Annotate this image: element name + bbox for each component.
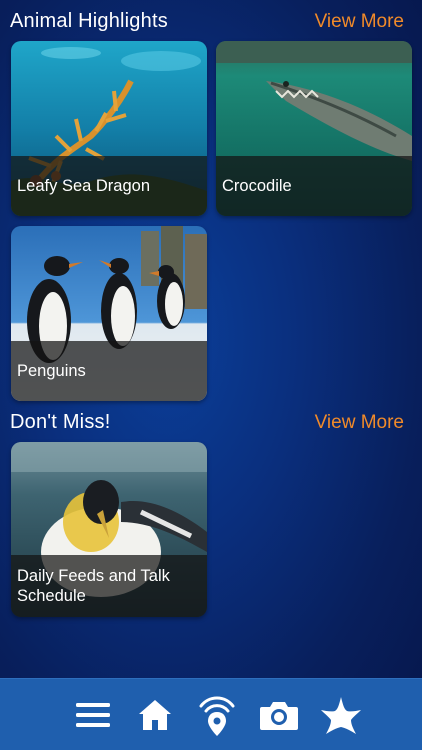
card-label: Daily Feeds and Talk Schedule — [17, 567, 170, 605]
card-label-bar: Leafy Sea Dragon — [11, 156, 207, 216]
nearby-tab[interactable] — [194, 692, 240, 738]
animal-highlights-header: Animal Highlights View More — [10, 10, 404, 33]
card-leafy-sea-dragon[interactable]: Leafy Sea Dragon — [11, 41, 207, 216]
card-crocodile[interactable]: Crocodile — [216, 41, 412, 216]
card-label: Leafy Sea Dragon — [17, 177, 151, 195]
card-label: Penguins — [17, 362, 86, 380]
card-label: Crocodile — [222, 177, 292, 195]
menu-icon — [76, 702, 110, 727]
starfish-icon — [321, 696, 361, 734]
home-tab[interactable] — [132, 692, 178, 738]
view-more-link[interactable]: View More — [315, 412, 404, 434]
card-daily-feeds[interactable]: Daily Feeds and Talk Schedule — [11, 442, 207, 617]
card-label-bar: Crocodile — [216, 156, 412, 216]
menu-tab[interactable] — [70, 692, 116, 738]
location-beacon-icon — [199, 696, 235, 736]
camera-icon — [260, 701, 298, 730]
section-title: Don't Miss! — [10, 411, 111, 433]
card-label-bar: Penguins — [11, 341, 207, 401]
camera-tab[interactable] — [256, 692, 302, 738]
home-icon — [139, 699, 171, 730]
favorites-tab[interactable] — [318, 692, 364, 738]
card-penguins[interactable]: Penguins — [11, 226, 207, 401]
view-more-link[interactable]: View More — [315, 11, 404, 33]
bottom-tab-bar — [0, 678, 422, 750]
dont-miss-header: Don't Miss! View More — [10, 411, 404, 434]
section-title: Animal Highlights — [10, 10, 168, 32]
card-label-bar: Daily Feeds and Talk Schedule — [11, 555, 207, 617]
